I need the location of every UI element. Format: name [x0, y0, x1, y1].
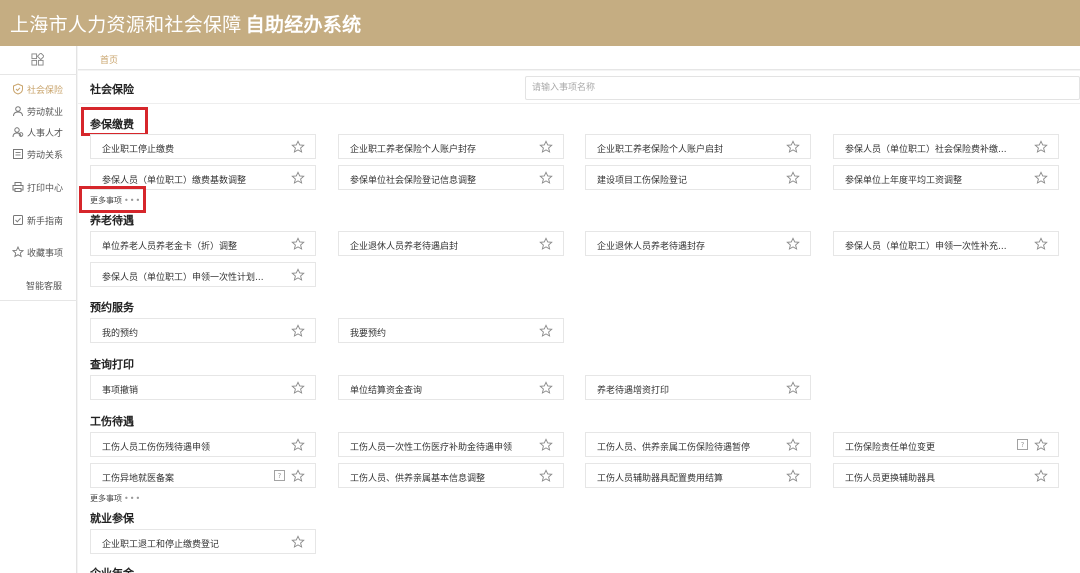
star-icon[interactable]: [291, 535, 305, 549]
star-icon[interactable]: [786, 381, 800, 395]
service-item[interactable]: 工伤人员工伤伤残待遇申领: [90, 432, 316, 457]
star-icon[interactable]: [786, 237, 800, 251]
breadcrumb: 首页: [78, 46, 1080, 70]
star-icon[interactable]: [786, 469, 800, 483]
form-doc-icon[interactable]: ?: [1017, 439, 1028, 450]
star-icon[interactable]: [291, 237, 305, 251]
star-icon[interactable]: [291, 438, 305, 452]
star-icon[interactable]: [786, 171, 800, 185]
section-title: 养老待遇: [90, 214, 134, 227]
section-title: 预约服务: [90, 301, 134, 314]
service-item[interactable]: 工伤人员一次性工伤医疗补助金待遇申领: [338, 432, 564, 457]
section-title: 就业参保: [90, 512, 134, 525]
highlight-box: [79, 186, 146, 213]
star-icon[interactable]: [291, 469, 305, 483]
star-icon[interactable]: [291, 268, 305, 282]
service-item[interactable]: 企业职工退工和停止缴费登记: [90, 529, 316, 554]
star-icon[interactable]: [291, 171, 305, 185]
divider: [78, 103, 1080, 104]
document-icon: [13, 149, 23, 159]
sidebar-item-social-insurance[interactable]: 社会保险: [0, 81, 77, 97]
service-item[interactable]: 单位养老人员养老金卡（折）调整: [90, 231, 316, 256]
service-item[interactable]: 工伤保险责任单位变更?: [833, 432, 1059, 457]
service-item[interactable]: 参保人员（单位职工）社会保险费补缴...: [833, 134, 1059, 159]
highlight-box: [81, 107, 148, 136]
service-item[interactable]: 工伤人员更换辅助器具: [833, 463, 1059, 488]
main-content: 社会保险 参保缴费 企业职工停止缴费 企业职工养老保险个人账户封存 企业职工养老…: [78, 71, 1080, 573]
section-title: 工伤待遇: [90, 415, 134, 428]
svg-text:?: ?: [1021, 441, 1025, 449]
sidebar-item-print-center[interactable]: 打印中心: [0, 179, 77, 195]
more-dots-icon: •••: [124, 494, 142, 503]
people-icon: [12, 127, 24, 138]
service-item[interactable]: 单位结算资金查询: [338, 375, 564, 400]
star-icon[interactable]: [1034, 140, 1048, 154]
star-icon[interactable]: [1034, 237, 1048, 251]
sidebar-divider: [0, 300, 77, 301]
search-input[interactable]: [525, 76, 1080, 100]
sidebar-item-talent[interactable]: 人事人才: [0, 124, 77, 140]
service-item[interactable]: 企业职工养老保险个人账户启封: [585, 134, 811, 159]
more-items-link[interactable]: 更多事项 •••: [90, 493, 141, 504]
svg-text:?: ?: [278, 472, 282, 480]
grid-menu-icon[interactable]: [31, 53, 44, 66]
service-item[interactable]: 企业退休人员养老待遇启封: [338, 231, 564, 256]
service-item[interactable]: 养老待遇增资打印: [585, 375, 811, 400]
service-item[interactable]: 工伤人员、供养亲属工伤保险待遇暂停: [585, 432, 811, 457]
service-item[interactable]: 建设项目工伤保险登记: [585, 165, 811, 190]
star-icon: [12, 246, 24, 258]
service-item[interactable]: 参保单位社会保险登记信息调整: [338, 165, 564, 190]
star-icon[interactable]: [1034, 171, 1048, 185]
printer-icon: [12, 182, 24, 192]
star-icon[interactable]: [786, 438, 800, 452]
service-item[interactable]: 企业退休人员养老待遇封存: [585, 231, 811, 256]
service-item[interactable]: 工伤人员、供养亲属基本信息调整: [338, 463, 564, 488]
service-item[interactable]: 事项撤销: [90, 375, 316, 400]
service-item[interactable]: 我的预约: [90, 318, 316, 343]
sidebar-item-employment[interactable]: 劳动就业: [0, 103, 77, 119]
guide-icon: [13, 215, 23, 225]
star-icon[interactable]: [539, 171, 553, 185]
service-item[interactable]: 参保人员（单位职工）申领一次性补充...: [833, 231, 1059, 256]
star-icon[interactable]: [291, 381, 305, 395]
shield-icon: [13, 83, 23, 95]
service-item[interactable]: 工伤异地就医备案?: [90, 463, 316, 488]
section-title: 查询打印: [90, 358, 134, 371]
form-doc-icon[interactable]: ?: [274, 470, 285, 481]
star-icon[interactable]: [291, 324, 305, 338]
star-icon[interactable]: [539, 469, 553, 483]
star-icon[interactable]: [1034, 469, 1048, 483]
service-item[interactable]: 参保单位上年度平均工资调整: [833, 165, 1059, 190]
star-icon[interactable]: [786, 140, 800, 154]
service-item[interactable]: 企业职工养老保险个人账户封存: [338, 134, 564, 159]
section-title: 企业年金: [90, 565, 134, 573]
breadcrumb-home-link[interactable]: 首页: [100, 53, 118, 66]
app-header: 上海市人力资源和社会保障 自助经办系统: [0, 0, 1080, 46]
sidebar-item-labor-relations[interactable]: 劳动关系: [0, 146, 77, 162]
service-item[interactable]: 我要预约: [338, 318, 564, 343]
star-icon[interactable]: [1034, 438, 1048, 452]
sidebar: 社会保险 劳动就业 人事人才 劳动关系 打印中心 新手指南 收藏事项 智能客服: [0, 46, 77, 573]
sidebar-item-guide[interactable]: 新手指南: [0, 212, 77, 228]
sidebar-divider: [0, 74, 77, 75]
page-title: 社会保险: [90, 83, 134, 96]
service-item[interactable]: 企业职工停止缴费: [90, 134, 316, 159]
app-title: 上海市人力资源和社会保障 自助经办系统: [10, 14, 362, 36]
star-icon[interactable]: [291, 140, 305, 154]
person-icon: [13, 106, 23, 117]
star-icon[interactable]: [539, 324, 553, 338]
star-icon[interactable]: [539, 140, 553, 154]
sidebar-item-favorites[interactable]: 收藏事项: [0, 244, 77, 260]
star-icon[interactable]: [539, 438, 553, 452]
star-icon[interactable]: [539, 381, 553, 395]
service-item[interactable]: 参保人员（单位职工）申领一次性计划...: [90, 262, 316, 287]
star-icon[interactable]: [539, 237, 553, 251]
sidebar-item-smart-service[interactable]: 智能客服: [0, 277, 77, 293]
service-item[interactable]: 工伤人员辅助器具配置费用结算: [585, 463, 811, 488]
